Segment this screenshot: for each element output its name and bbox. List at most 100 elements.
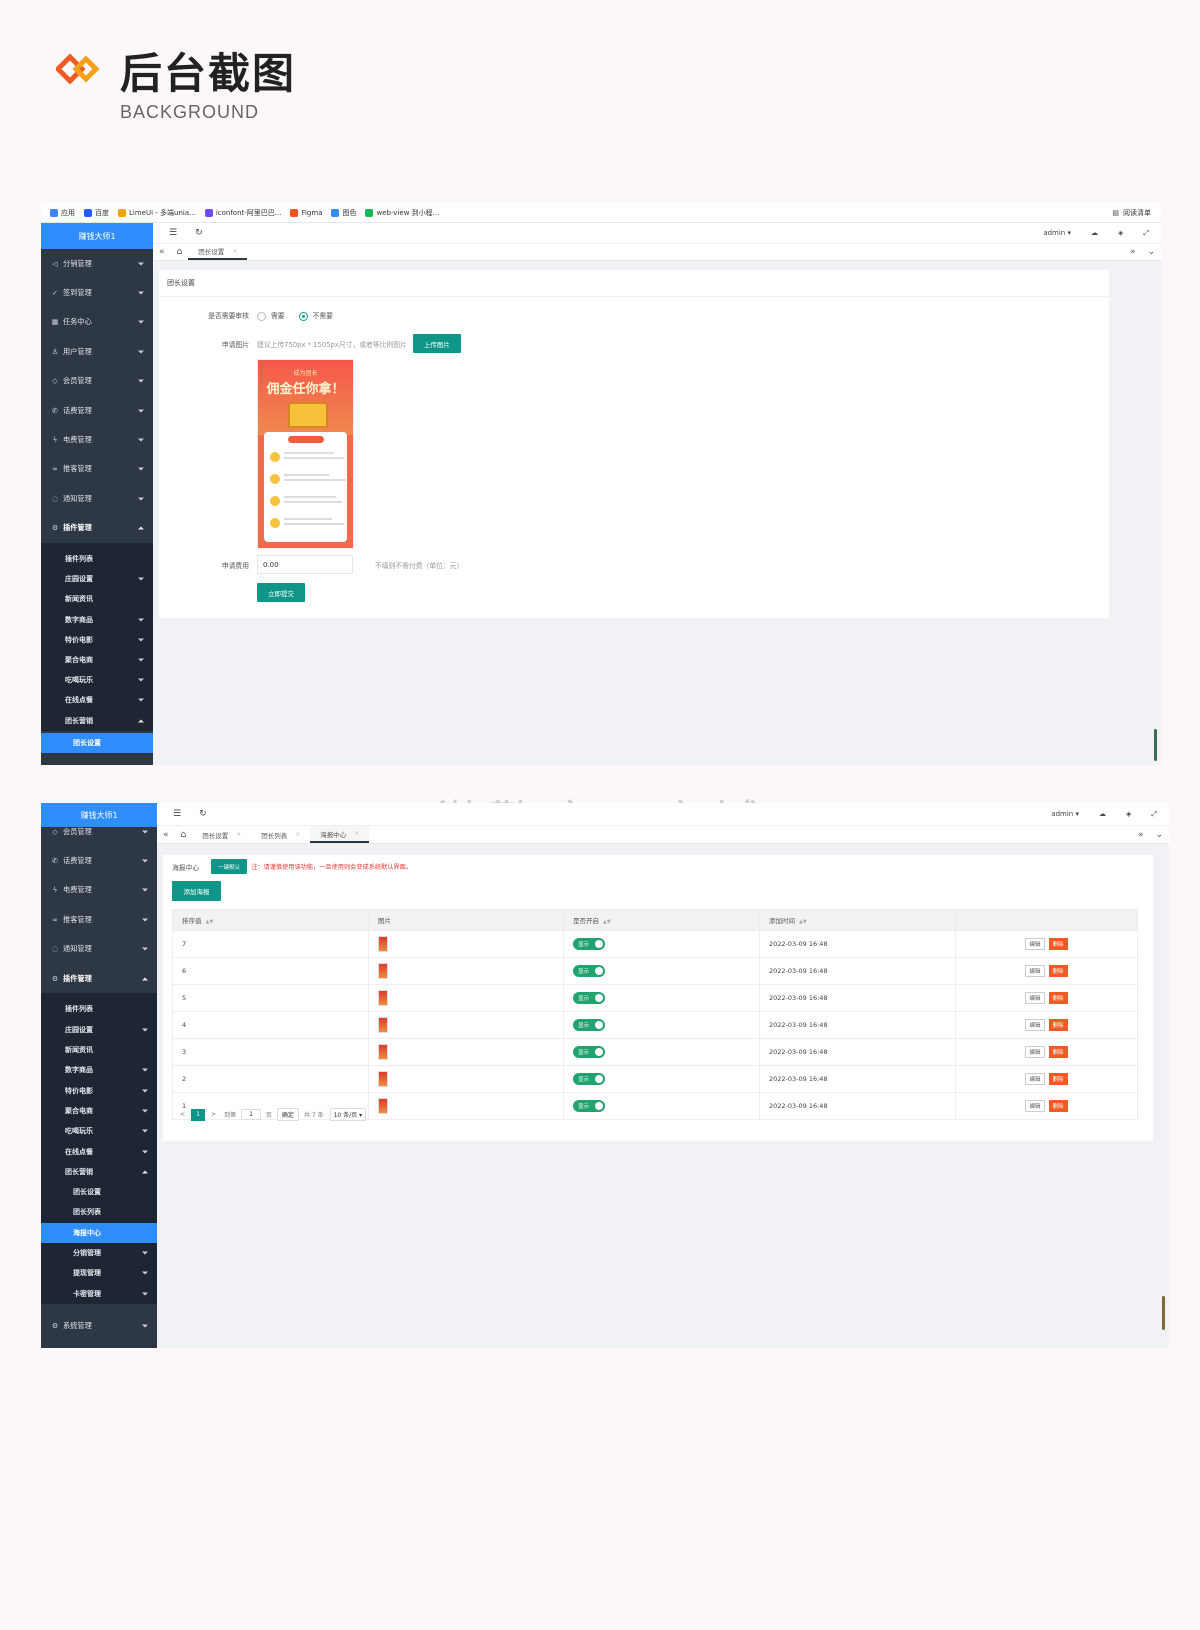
bookmark-item[interactable]: Figma [290, 208, 322, 217]
sidebar-subitem[interactable]: 聚合电商 [41, 649, 153, 671]
status-toggle[interactable]: 显示 [573, 1019, 605, 1031]
edit-button[interactable]: 编辑 [1025, 1019, 1045, 1031]
one-click-default-button[interactable]: 一键默认 [211, 859, 248, 874]
sidebar-item[interactable]: ϟ 电费管理 [41, 876, 157, 905]
bookmark-item[interactable]: iconfont-阿里巴巴... [204, 208, 281, 218]
tabs-prev-icon[interactable]: « [153, 244, 171, 260]
edit-button[interactable]: 编辑 [1025, 965, 1045, 977]
scrollbar[interactable] [1154, 729, 1157, 761]
sidebar-subitem[interactable]: 数字商品 [41, 609, 153, 630]
submit-button[interactable]: 立即提交 [257, 583, 305, 602]
goto-confirm-button[interactable]: 确定 [276, 1108, 299, 1121]
poster-thumbnail[interactable] [378, 1098, 388, 1114]
poster-thumbnail[interactable] [378, 963, 388, 979]
sidebar-item-team-settings[interactable]: 团长设置 [41, 732, 153, 753]
sidebar-logo[interactable]: 赚钱大师1 [41, 223, 153, 249]
edit-button[interactable]: 编辑 [1025, 1046, 1045, 1058]
sidebar-item[interactable]: ϟ 电费管理 [41, 425, 153, 454]
refresh-icon[interactable]: ↻ [199, 809, 207, 819]
edit-button[interactable]: 编辑 [1025, 938, 1045, 950]
close-icon[interactable]: × [295, 831, 300, 838]
sidebar-subitem[interactable]: 庄园设置 [41, 1019, 157, 1040]
theme-icon[interactable]: ☁ [1091, 229, 1098, 237]
tag-icon[interactable]: ◈ [1118, 229, 1123, 237]
fullscreen-icon[interactable]: ⤢ [1143, 229, 1149, 238]
status-toggle[interactable]: 显示 [573, 1046, 605, 1058]
status-toggle[interactable]: 显示 [573, 1100, 605, 1112]
sidebar-item[interactable]: ▦ 任务中心 [41, 308, 153, 337]
bookmark-item[interactable]: 应用 [50, 208, 75, 218]
tag-icon[interactable]: ◈ [1126, 810, 1131, 818]
tab-team-settings[interactable]: 团长设置 × [192, 826, 251, 843]
delete-button[interactable]: 删除 [1048, 1073, 1068, 1085]
tabs-next-icon[interactable]: » [1124, 244, 1142, 260]
sidebar-subitem[interactable]: 新闻资讯 [41, 1039, 157, 1061]
delete-button[interactable]: 删除 [1048, 965, 1068, 977]
sidebar-subitem[interactable]: 特价电影 [41, 629, 153, 650]
sidebar-subitem[interactable]: 吃喝玩乐 [41, 670, 153, 691]
chevron-down-icon[interactable]: ⌄ [1141, 244, 1161, 260]
delete-button[interactable]: 删除 [1048, 1019, 1068, 1031]
delete-button[interactable]: 删除 [1048, 1046, 1068, 1058]
sidebar-subitem[interactable]: 分销管理 [41, 1242, 157, 1264]
radio-need[interactable]: 需要 [257, 310, 285, 321]
upload-image-button[interactable]: 上传图片 [412, 334, 461, 353]
tabs-prev-icon[interactable]: « [157, 826, 175, 843]
delete-button[interactable]: 删除 [1048, 992, 1068, 1004]
sidebar-item[interactable]: ◌ 通知管理 [41, 935, 157, 964]
bookmark-item[interactable]: 图色 [331, 208, 356, 218]
status-toggle[interactable]: 显示 [573, 992, 605, 1004]
delete-button[interactable]: 删除 [1048, 1100, 1068, 1112]
edit-button[interactable]: 编辑 [1025, 1073, 1045, 1085]
sidebar-item[interactable]: ◇ 会员管理 [41, 367, 153, 396]
status-toggle[interactable]: 显示 [573, 965, 605, 977]
sidebar-subitem[interactable]: 团长营销 [41, 1161, 157, 1183]
sidebar-item[interactable]: ∞ 推客管理 [41, 905, 157, 934]
sidebar-item[interactable]: ◇ 会员管理 [41, 817, 157, 846]
sidebar-item-system[interactable]: ⚙ 系统管理 [41, 1312, 157, 1341]
user-menu[interactable]: admin ▾ [1031, 810, 1079, 818]
sidebar-subitem[interactable]: 插件列表 [41, 999, 157, 1020]
scrollbar[interactable] [1162, 1296, 1165, 1330]
poster-thumbnail[interactable] [378, 936, 388, 952]
sidebar-item[interactable]: ⚙ 插件管理 [41, 964, 157, 993]
menu-toggle-icon[interactable]: ☰ [169, 228, 177, 238]
sidebar-item[interactable]: ∞ 推客管理 [41, 455, 153, 484]
edit-button[interactable]: 编辑 [1025, 1100, 1045, 1112]
delete-button[interactable]: 删除 [1048, 938, 1068, 950]
poster-thumbnail[interactable] [378, 1017, 388, 1033]
sidebar-subitem[interactable]: 在线点餐 [41, 1141, 157, 1162]
theme-icon[interactable]: ☁ [1099, 810, 1106, 818]
user-menu[interactable]: admin ▾ [1023, 229, 1071, 237]
sidebar-subitem[interactable]: 聚合电商 [41, 1100, 157, 1122]
reading-list[interactable]: ▤ 阅读清单 [1112, 208, 1151, 218]
fee-input[interactable]: 0.00 [257, 555, 353, 574]
close-icon[interactable]: × [232, 248, 237, 255]
menu-toggle-icon[interactable]: ☰ [173, 809, 181, 819]
refresh-icon[interactable]: ↻ [195, 228, 203, 238]
col-enabled[interactable]: 是否开启 ▲▼ [563, 909, 760, 931]
sidebar-subitem[interactable]: 团长设置 [41, 1182, 157, 1203]
goto-page-input[interactable]: 1 [241, 1109, 261, 1120]
tabs-next-icon[interactable]: » [1132, 826, 1150, 843]
status-toggle[interactable]: 显示 [573, 1073, 605, 1085]
col-sort[interactable]: 排序值 ▲▼ [172, 909, 369, 931]
tab-poster-center[interactable]: 海报中心 × [310, 826, 370, 843]
sidebar-item[interactable]: ◌ 通知管理 [41, 484, 153, 513]
bookmark-item[interactable]: web-view 到小程... [365, 208, 439, 218]
sidebar-item[interactable]: ♙ 用户管理 [41, 337, 153, 366]
sidebar-subitem[interactable]: 团长营销 [41, 710, 153, 731]
sidebar-subitem[interactable]: 团长列表 [41, 1202, 157, 1223]
tab-team-list[interactable]: 团长列表 × [251, 826, 310, 843]
bookmark-item[interactable]: 百度 [84, 208, 109, 218]
close-icon[interactable]: × [236, 831, 241, 838]
col-time[interactable]: 添加时间 ▲▼ [759, 909, 956, 931]
sidebar-subitem[interactable]: 特价电影 [41, 1080, 157, 1101]
prev-page[interactable]: < [180, 1111, 185, 1118]
sidebar-subitem[interactable]: 提现管理 [41, 1263, 157, 1284]
close-icon[interactable]: × [354, 830, 359, 837]
home-icon[interactable]: ⌂ [175, 826, 193, 843]
chevron-down-icon[interactable]: ⌄ [1149, 826, 1169, 843]
sidebar-subitem[interactable]: 在线点餐 [41, 690, 153, 711]
radio-not-need[interactable]: 不需要 [298, 310, 333, 321]
